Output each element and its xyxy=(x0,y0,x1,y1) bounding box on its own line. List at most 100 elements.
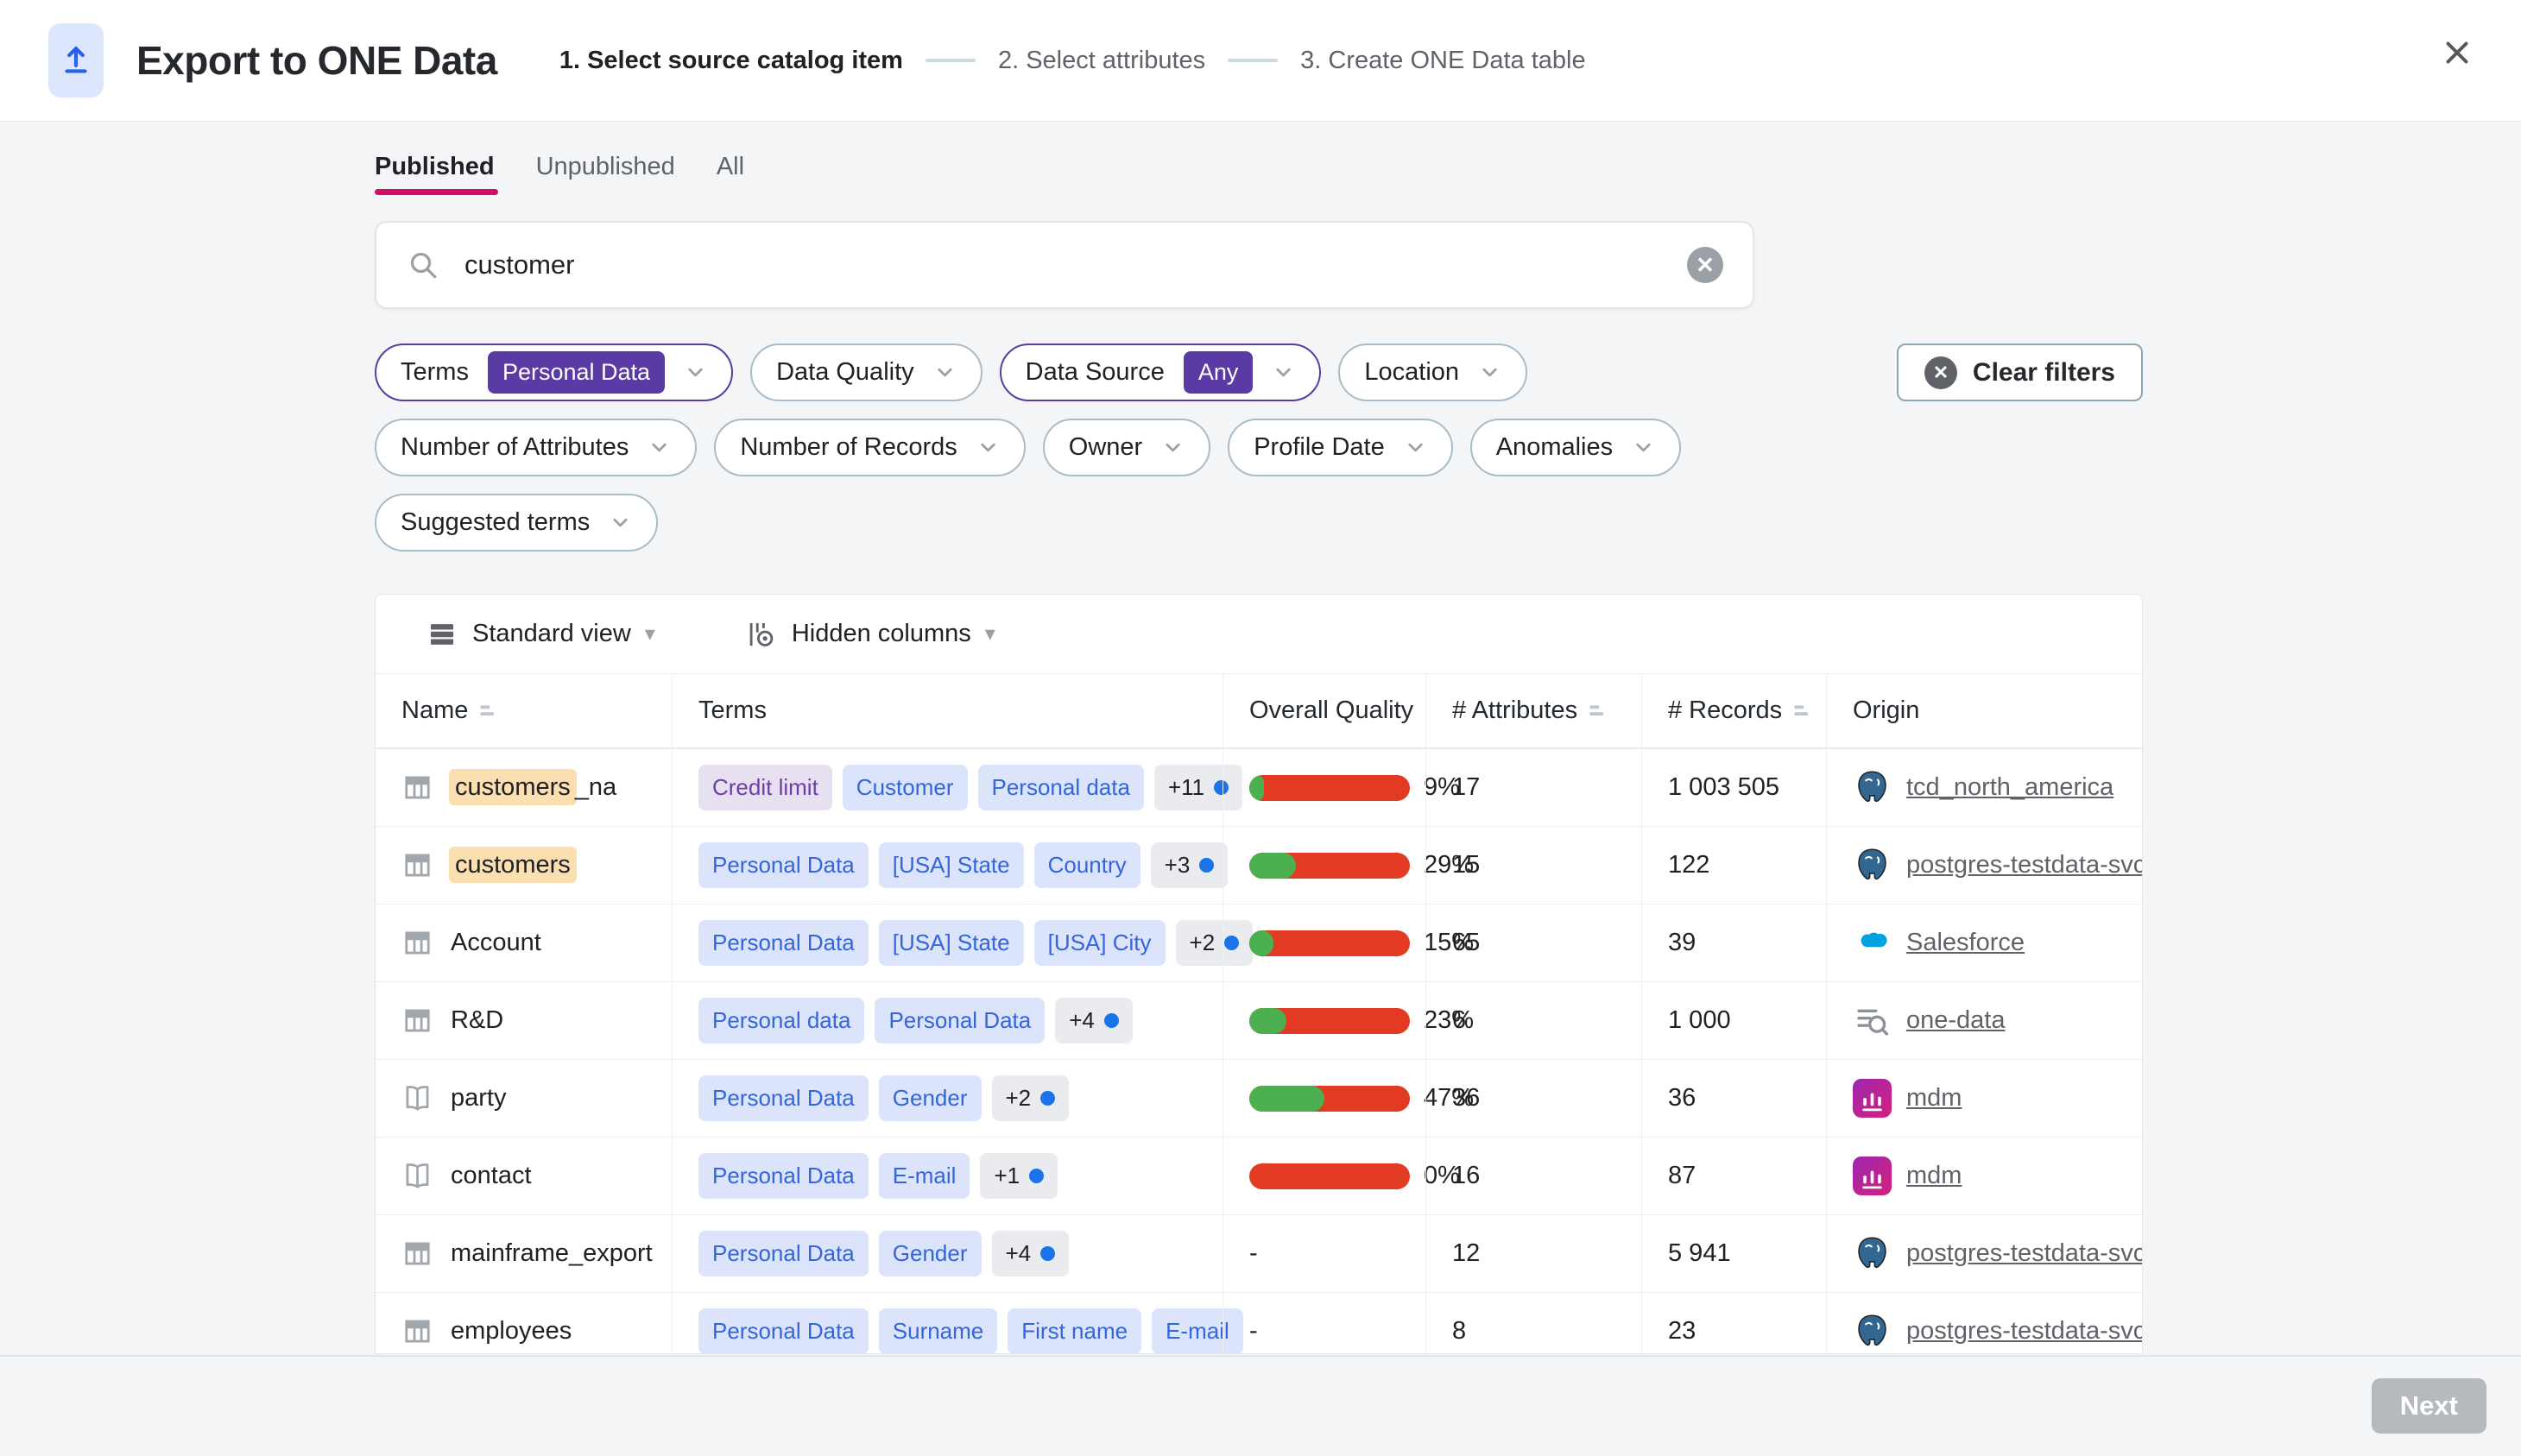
table-row[interactable]: R&DPersonal dataPersonal Data+4 23%61 00… xyxy=(376,982,2142,1060)
term-chip[interactable]: Personal Data xyxy=(698,842,869,888)
table-row[interactable]: employeesPersonal DataSurnameFirst nameE… xyxy=(376,1293,2142,1354)
origin-cell: tcd_north_america xyxy=(1826,749,2143,827)
term-chip[interactable]: Personal Data xyxy=(698,1153,869,1199)
records-cell: 5 941 xyxy=(1641,1215,1826,1293)
origin-cell: Salesforce xyxy=(1826,904,2143,982)
chevron-down-icon xyxy=(976,436,1000,459)
origin-link[interactable]: one-data xyxy=(1906,1006,2006,1035)
sort-icon[interactable] xyxy=(1792,701,1813,722)
origin-link[interactable]: tcd_north_america xyxy=(1906,773,2113,802)
table-icon xyxy=(401,849,433,881)
step-2: 2. Select attributes xyxy=(998,47,1205,75)
table-row[interactable]: contactPersonal DataE-mail+1 0%1687mdm xyxy=(376,1138,2142,1215)
export-dialog: Export to ONE Data 1. Select source cata… xyxy=(0,0,2521,1456)
more-terms-chip[interactable]: +4 xyxy=(992,1231,1070,1276)
records-count: 5 941 xyxy=(1668,1239,1731,1268)
quality-cell: - xyxy=(1223,1215,1425,1293)
term-chip[interactable]: Personal Data xyxy=(698,1075,869,1121)
name-cell: customers xyxy=(376,827,672,904)
filter-owner[interactable]: Owner xyxy=(1043,419,1210,476)
term-chip[interactable]: Personal data xyxy=(978,765,1144,810)
origin-link[interactable]: postgres-testdata-svc xyxy=(1906,1317,2143,1346)
filter-data-source[interactable]: Data SourceAny xyxy=(1000,344,1322,401)
term-chip[interactable]: Gender xyxy=(879,1075,982,1121)
attributes-count: 15 xyxy=(1452,851,1480,879)
term-chip[interactable]: E-mail xyxy=(879,1153,970,1199)
hidden-columns-icon xyxy=(745,618,778,651)
more-terms-chip[interactable]: +1 xyxy=(980,1153,1058,1199)
step-1: 1. Select source catalog item xyxy=(559,47,903,75)
stepper: 1. Select source catalog item 2. Select … xyxy=(559,47,1586,75)
term-chip[interactable]: [USA] State xyxy=(879,842,1024,888)
filter-number-of-attributes[interactable]: Number of Attributes xyxy=(375,419,697,476)
one-data-icon xyxy=(1853,1001,1892,1040)
table-header-row: Name Terms Overall Quality # Attributes … xyxy=(376,673,2142,749)
tab-all[interactable]: All xyxy=(717,153,744,195)
sort-icon[interactable] xyxy=(1588,701,1608,722)
close-button[interactable] xyxy=(2438,35,2476,72)
filter-suggested-terms[interactable]: Suggested terms xyxy=(375,494,658,552)
term-chip[interactable]: Country xyxy=(1034,842,1140,888)
search-input[interactable] xyxy=(463,249,1687,281)
origin-link[interactable]: Salesforce xyxy=(1906,929,2025,957)
item-name: customers xyxy=(451,851,575,879)
tab-published[interactable]: Published xyxy=(375,153,495,195)
step-3: 3. Create ONE Data table xyxy=(1300,47,1585,75)
hidden-columns-selector[interactable]: Hidden columns ▾ xyxy=(745,618,995,651)
more-terms-chip[interactable]: +4 xyxy=(1055,998,1133,1043)
quality-bar-green xyxy=(1249,1008,1286,1034)
more-terms-chip[interactable]: +3 xyxy=(1151,842,1229,888)
search-clear-button[interactable]: ✕ xyxy=(1687,247,1723,283)
term-chip[interactable]: Surname xyxy=(879,1308,998,1354)
term-chip[interactable]: Credit limit xyxy=(698,765,832,810)
term-chip[interactable]: Personal Data xyxy=(698,1308,869,1354)
term-chip[interactable]: [USA] State xyxy=(879,920,1024,966)
next-button[interactable]: Next xyxy=(2372,1378,2486,1434)
table-row[interactable]: partyPersonal DataGender+2 47%3636mdm xyxy=(376,1060,2142,1138)
clear-filters-icon: ✕ xyxy=(1924,356,1957,389)
records-cell: 122 xyxy=(1641,827,1826,904)
records-count: 87 xyxy=(1668,1162,1696,1190)
term-chip[interactable]: Personal data xyxy=(698,998,864,1043)
tab-unpublished[interactable]: Unpublished xyxy=(536,153,675,195)
clear-filters-button[interactable]: ✕ Clear filters xyxy=(1897,344,2143,401)
origin-cell: mdm xyxy=(1826,1060,2143,1138)
table-row[interactable]: customers_na Credit limitCustomerPersonal… xyxy=(376,749,2142,827)
dot-icon xyxy=(1040,1091,1055,1106)
filter-location[interactable]: Location xyxy=(1338,344,1527,401)
term-chip[interactable]: [USA] City xyxy=(1034,920,1166,966)
origin-link[interactable]: mdm xyxy=(1906,1162,1962,1190)
name-cell: customers_na xyxy=(376,749,672,827)
filter-profile-date[interactable]: Profile Date xyxy=(1228,419,1453,476)
term-chip[interactable]: First name xyxy=(1008,1308,1141,1354)
origin-link[interactable]: postgres-testdata-svc xyxy=(1906,1239,2143,1268)
table-row[interactable]: mainframe_exportPersonal DataGender+4 -1… xyxy=(376,1215,2142,1293)
filter-data-quality[interactable]: Data Quality xyxy=(750,344,982,401)
term-chip[interactable]: Personal Data xyxy=(875,998,1045,1043)
attributes-count: 6 xyxy=(1452,1006,1466,1035)
origin-link[interactable]: mdm xyxy=(1906,1084,1962,1112)
terms-cell: Personal DataGender+2 xyxy=(672,1060,1223,1138)
column-header-attributes[interactable]: # Attributes xyxy=(1425,673,1641,749)
term-chip[interactable]: Personal Data xyxy=(698,920,869,966)
term-chip[interactable]: Gender xyxy=(879,1231,982,1276)
sort-icon[interactable] xyxy=(478,701,499,722)
chevron-down-icon xyxy=(609,511,632,534)
chevron-down-icon xyxy=(684,361,707,384)
term-chip[interactable]: Personal Data xyxy=(698,1231,869,1276)
attributes-cell: 65 xyxy=(1425,904,1641,982)
dialog-content: Published Unpublished All ✕ TermsPersonal … xyxy=(375,153,2143,1354)
filter-terms[interactable]: TermsPersonal Data xyxy=(375,344,733,401)
view-selector[interactable]: Standard view ▾ xyxy=(426,618,655,651)
term-chip[interactable]: Customer xyxy=(843,765,968,810)
filter-row: Suggested terms xyxy=(375,494,2143,552)
postgres-icon xyxy=(1853,1312,1892,1351)
column-header-name[interactable]: Name xyxy=(376,673,672,749)
table-row[interactable]: AccountPersonal Data[USA] State[USA] Cit… xyxy=(376,904,2142,982)
more-terms-chip[interactable]: +2 xyxy=(992,1075,1070,1121)
table-row[interactable]: customers Personal Data[USA] StateCountry… xyxy=(376,827,2142,904)
filter-number-of-records[interactable]: Number of Records xyxy=(714,419,1025,476)
filter-anomalies[interactable]: Anomalies xyxy=(1470,419,1681,476)
origin-link[interactable]: postgres-testdata-svc xyxy=(1906,851,2143,879)
column-header-records[interactable]: # Records xyxy=(1641,673,1826,749)
